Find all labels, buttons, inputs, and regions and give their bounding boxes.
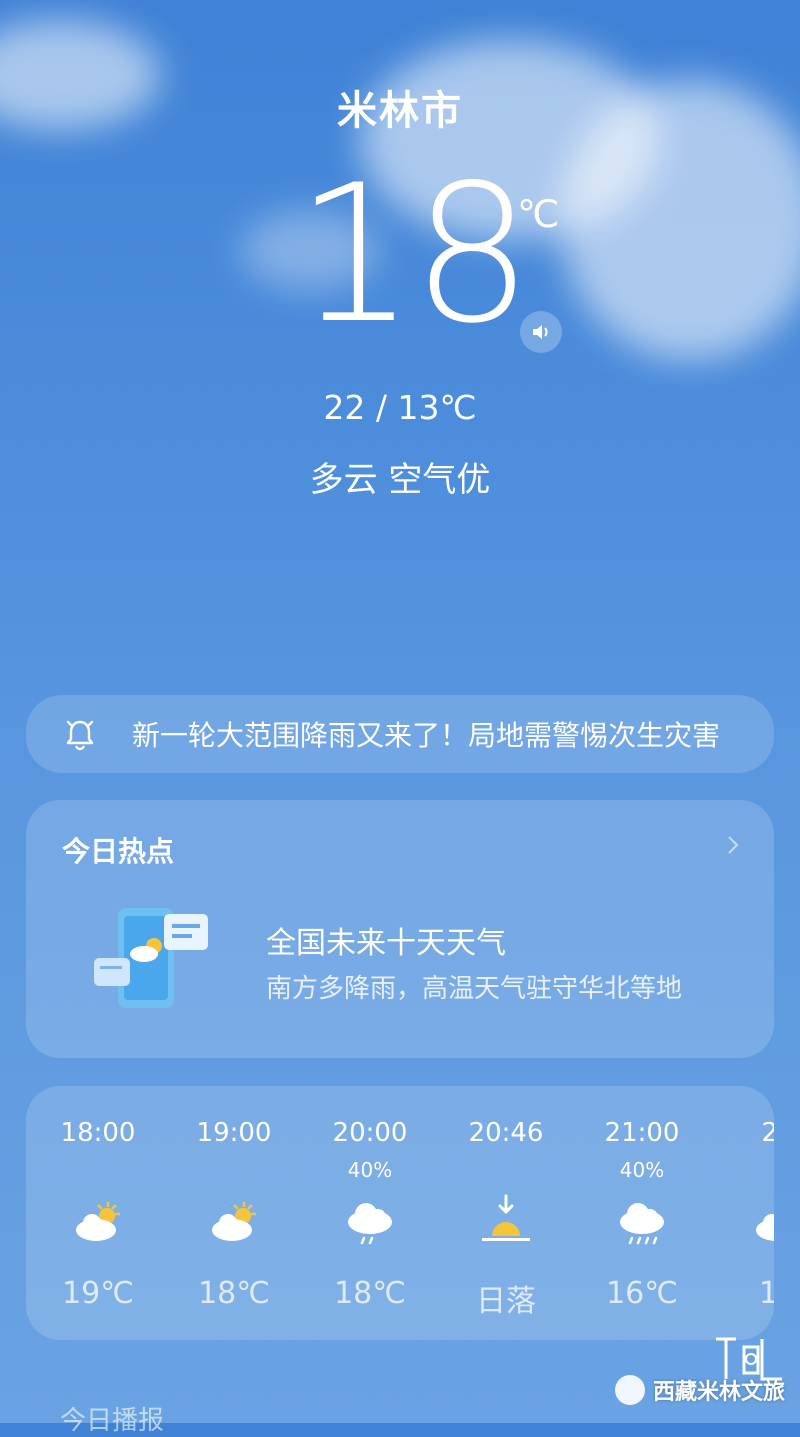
sunset-icon (482, 1194, 530, 1241)
broadcast-section-title: 今日播报 (60, 1406, 165, 1436)
hour-temperature: 18℃ (198, 1276, 270, 1311)
wechat-icon (615, 1375, 645, 1405)
hour-temperature: 16℃ (606, 1276, 678, 1311)
rain-icon (620, 1203, 664, 1245)
city-name[interactable]: 米林市 (0, 78, 800, 136)
hour-time: 19:00 (196, 1118, 272, 1148)
precip-probability: 40% (619, 1158, 665, 1182)
hour-time: 18:00 (60, 1118, 136, 1148)
partly-cloudy-icon (212, 1202, 256, 1241)
hour-temperature: 日落 (476, 1284, 536, 1319)
hour-temperature: 19℃ (62, 1276, 134, 1311)
hot-topic-summary: 南方多降雨，高温天气驻守华北等地 (266, 974, 683, 1004)
weather-alert-banner[interactable]: 新一轮大范围降雨又来了！局地需警惕次生灾害 (26, 695, 774, 773)
hour-time: 21:00 (604, 1118, 680, 1148)
hour-temperature: 16 (758, 1276, 774, 1311)
hot-topics-card[interactable]: 今日热点 全国未来十天天气 南方多降雨，高温天气驻守华北等地 (26, 800, 774, 1058)
hot-topics-title: 今日热点 (62, 835, 175, 868)
hour-temperature: 18℃ (334, 1276, 406, 1311)
precip-probability: 40% (347, 1158, 393, 1182)
account-watermark: 西藏米林文旅 (615, 1370, 795, 1410)
hour-time: 20:46 (468, 1118, 544, 1148)
partly-cloudy-icon (76, 1202, 120, 1241)
chevron-right-icon[interactable] (726, 834, 740, 856)
hourly-forecast-card[interactable]: 18:00 19℃ 19:00 18℃ 20:00 40% 18℃ 20:46 (26, 1086, 774, 1340)
phone-weather-illustration (94, 908, 208, 1008)
weather-condition: 多云 空气优 (309, 460, 491, 500)
alarm-bell-icon (66, 720, 94, 751)
hour-time: 22 (761, 1118, 774, 1148)
current-temperature: 18 (295, 144, 533, 365)
temperature-unit: ℃ (517, 192, 560, 236)
temperature-range: 22 / 13℃ (323, 388, 477, 427)
alert-message: 新一轮大范围降雨又来了！局地需警惕次生灾害 (132, 719, 721, 752)
partly-cloudy-icon (756, 1214, 774, 1241)
light-rain-icon (348, 1203, 392, 1245)
speaker-icon[interactable] (520, 311, 562, 353)
watermark-text: 西藏米林文旅 (653, 1380, 786, 1405)
hour-time: 20:00 (332, 1118, 408, 1148)
hot-topic-headline: 全国未来十天天气 (266, 926, 506, 961)
